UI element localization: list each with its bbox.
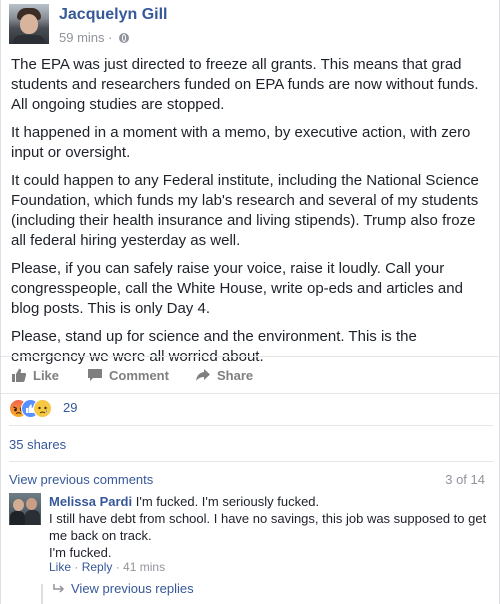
post-time[interactable]: 59 mins — [59, 30, 105, 45]
comment-label: Comment — [109, 368, 169, 383]
author-name[interactable]: Jacquelyn Gill — [59, 6, 167, 24]
speech-bubble-icon — [88, 369, 102, 381]
divider — [9, 461, 493, 462]
like-label: Like — [33, 368, 60, 383]
comment-body: Melissa Pardi I'm fucked. I'm seriously … — [49, 493, 489, 561]
view-previous-comments-link[interactable]: View previous comments — [9, 472, 153, 487]
sad-icon — [33, 399, 52, 418]
comment-time[interactable]: 41 mins — [123, 560, 165, 574]
globe-icon — [119, 33, 130, 43]
comment-line: I'm fucked. I'm seriously fucked. — [135, 494, 320, 509]
reply-thread-line — [41, 584, 43, 604]
commenter-avatar[interactable] — [9, 493, 41, 525]
view-replies-label: View previous replies — [71, 581, 194, 596]
post-paragraph: Please, if you can safely raise your voi… — [11, 260, 463, 317]
post-paragraph: It happened in a moment with a memo, by … — [11, 124, 471, 161]
thumbs-up-icon — [12, 368, 27, 382]
post-body: The EPA was just directed to freeze all … — [11, 55, 491, 375]
comment-meta: Like · Reply · 41 mins — [49, 560, 165, 574]
comment-reply-link[interactable]: Reply — [82, 560, 113, 574]
comment-line: I'm fucked. — [49, 545, 112, 560]
post-paragraph: It could happen to any Federal institute… — [11, 172, 479, 249]
like-button[interactable]: Like — [11, 367, 59, 383]
divider — [9, 425, 493, 426]
share-arrow-icon — [196, 369, 210, 381]
comment-like-link[interactable]: Like — [49, 560, 71, 574]
author-avatar[interactable] — [9, 4, 49, 44]
reply-arrow-icon — [53, 581, 65, 596]
reaction-count[interactable]: 29 — [63, 400, 77, 415]
comment-button[interactable]: Comment — [87, 367, 169, 383]
meta-separator: · — [104, 30, 117, 45]
comment-count-indicator: 3 of 14 — [445, 472, 485, 487]
meta-separator: · — [71, 560, 82, 574]
post-paragraph: The EPA was just directed to freeze all … — [11, 56, 479, 113]
post-action-bar: Like Comment Share — [1, 356, 499, 394]
view-previous-replies-link[interactable]: View previous replies — [53, 581, 194, 596]
feed-post: Jacquelyn Gill 59 mins · The EPA was jus… — [0, 0, 500, 604]
post-timestamp[interactable]: 59 mins · — [59, 30, 130, 45]
meta-separator: · — [112, 560, 124, 574]
share-label: Share — [217, 368, 254, 383]
share-button[interactable]: Share — [195, 367, 253, 383]
comment-line: I still have debt from school. I have no… — [49, 511, 487, 543]
commenter-name[interactable]: Melissa Pardi — [49, 494, 132, 509]
shares-link[interactable]: 35 shares — [9, 437, 66, 452]
